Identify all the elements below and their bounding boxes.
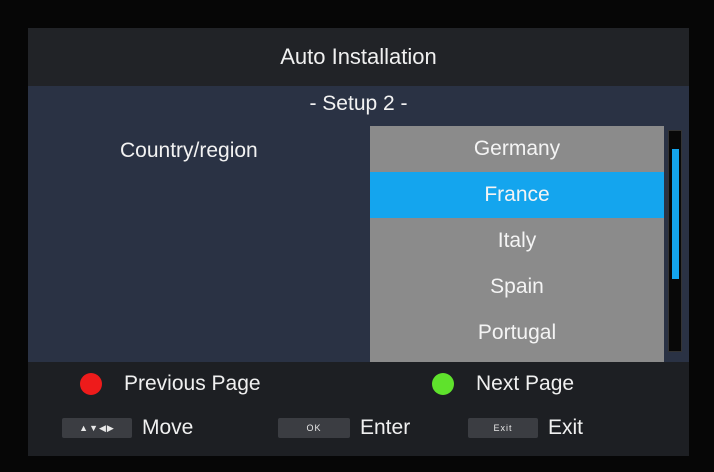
scrollbar-thumb[interactable] xyxy=(672,149,679,279)
country-list-scrollbar[interactable] xyxy=(668,130,682,352)
title-bar: Auto Installation xyxy=(28,28,689,86)
country-option-spain[interactable]: Spain xyxy=(370,264,664,310)
move-hint: ▲▼◀▶ Move xyxy=(62,416,193,440)
ok-key-icon: OK xyxy=(278,418,350,438)
exit-hint[interactable]: Exit Exit xyxy=(468,416,583,440)
country-region-label: Country/region xyxy=(120,139,258,162)
country-option-germany[interactable]: Germany xyxy=(370,126,664,172)
footer-hints: Previous Page Next Page ▲▼◀▶ Move OK Ent… xyxy=(28,362,689,456)
country-option-portugal[interactable]: Portugal xyxy=(370,310,664,356)
move-label: Move xyxy=(142,416,194,439)
red-button-icon xyxy=(80,373,102,395)
setup-panel: - Setup 2 - Country/region Germany Franc… xyxy=(28,86,689,362)
exit-key-icon: Exit xyxy=(468,418,538,438)
next-page-label: Next Page xyxy=(476,372,575,395)
country-option-france[interactable]: France xyxy=(370,172,664,218)
setup-subtitle: - Setup 2 - xyxy=(309,92,408,115)
exit-label: Exit xyxy=(548,416,584,439)
auto-installation-screen: Auto Installation - Setup 2 - Country/re… xyxy=(28,28,689,456)
page-title: Auto Installation xyxy=(280,44,437,69)
enter-hint[interactable]: OK Enter xyxy=(278,416,410,440)
arrow-keys-icon: ▲▼◀▶ xyxy=(62,418,132,438)
previous-page-label: Previous Page xyxy=(124,372,261,395)
green-button-icon xyxy=(432,373,454,395)
next-page-hint[interactable]: Next Page xyxy=(432,372,574,396)
enter-label: Enter xyxy=(360,416,411,439)
previous-page-hint[interactable]: Previous Page xyxy=(80,372,261,396)
country-option-italy[interactable]: Italy xyxy=(370,218,664,264)
country-list[interactable]: Germany France Italy Spain Portugal xyxy=(370,126,664,362)
